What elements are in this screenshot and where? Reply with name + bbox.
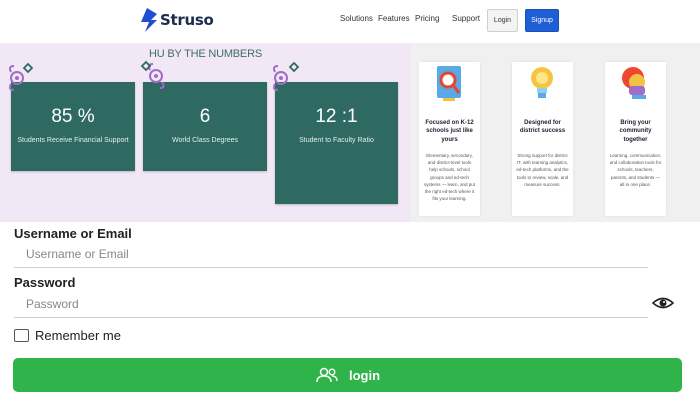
flower-doodle-icon: [9, 62, 34, 91]
stat-label: Students Receive Financial Support: [17, 137, 129, 144]
feature-card-district: Designed for district success Strong sup…: [512, 62, 573, 216]
feature-title: Focused on K-12 schools just like yours: [425, 120, 474, 143]
nav-link-pricing[interactable]: Pricing: [415, 14, 439, 23]
top-navbar: Struso Solutions Features Pricing Suppor…: [0, 0, 700, 44]
username-input[interactable]: [14, 240, 648, 268]
stat-card-degrees: 6 World Class Degrees: [143, 82, 267, 171]
cut-off-footer-text: [270, 396, 430, 400]
lightbulb-icon: [531, 67, 553, 98]
nav-link-support[interactable]: Support: [452, 14, 480, 23]
remember-me-label[interactable]: Remember me: [35, 328, 121, 343]
stat-value: 12 :1: [315, 106, 358, 127]
nav-link-features[interactable]: Features: [378, 14, 410, 23]
flower-doodle-icon: [140, 60, 165, 89]
brand-logo[interactable]: Struso: [141, 8, 214, 32]
login-button-label: login: [348, 367, 381, 383]
features-section: Focused on K-12 schools just like yours …: [411, 44, 700, 222]
nav-login-button[interactable]: Login: [487, 9, 518, 32]
flower-doodle-icon: [273, 61, 300, 91]
stats-title: HU BY THE NUMBERS: [149, 48, 262, 60]
struso-logo-icon: [141, 8, 157, 32]
feature-description: Learning, communication, and collaborati…: [609, 153, 662, 187]
remember-me-row: Remember me: [14, 328, 121, 343]
username-label: Username or Email: [14, 226, 132, 241]
feature-description: Strong support for district IT, with lea…: [516, 153, 569, 187]
stat-value: 85 %: [51, 106, 95, 127]
remember-me-checkbox[interactable]: [14, 329, 29, 342]
feature-card-community: Bring your community together Learning, …: [605, 62, 666, 216]
stat-label: Student to Faculty Ratio: [299, 137, 374, 144]
magnifier-icon: [437, 66, 461, 101]
chat-bubbles-icon: [622, 67, 646, 99]
password-input[interactable]: [14, 290, 648, 318]
stat-value: 6: [199, 106, 211, 127]
feature-title: Bring your community together: [619, 120, 652, 143]
nav-signup-button[interactable]: Signup: [525, 9, 559, 32]
feature-card-k12: Focused on K-12 schools just like yours …: [419, 62, 480, 216]
show-password-eye-icon[interactable]: [652, 296, 674, 310]
feature-description: Elementary, secondary, and district-leve…: [423, 153, 476, 202]
nav-link-solutions[interactable]: Solutions: [340, 14, 373, 23]
stat-label: World Class Degrees: [171, 137, 238, 144]
stat-card-financial-support: 85 % Students Receive Financial Support: [11, 82, 135, 171]
login-submit-button[interactable]: login: [13, 358, 682, 392]
password-label: Password: [14, 275, 76, 290]
page: Struso Solutions Features Pricing Suppor…: [0, 0, 700, 400]
users-icon: [316, 367, 338, 383]
brand-name: Struso: [160, 11, 214, 29]
feature-title: Designed for district success: [519, 120, 566, 135]
stat-card-faculty-ratio: 12 :1 Student to Faculty Ratio: [275, 82, 398, 204]
